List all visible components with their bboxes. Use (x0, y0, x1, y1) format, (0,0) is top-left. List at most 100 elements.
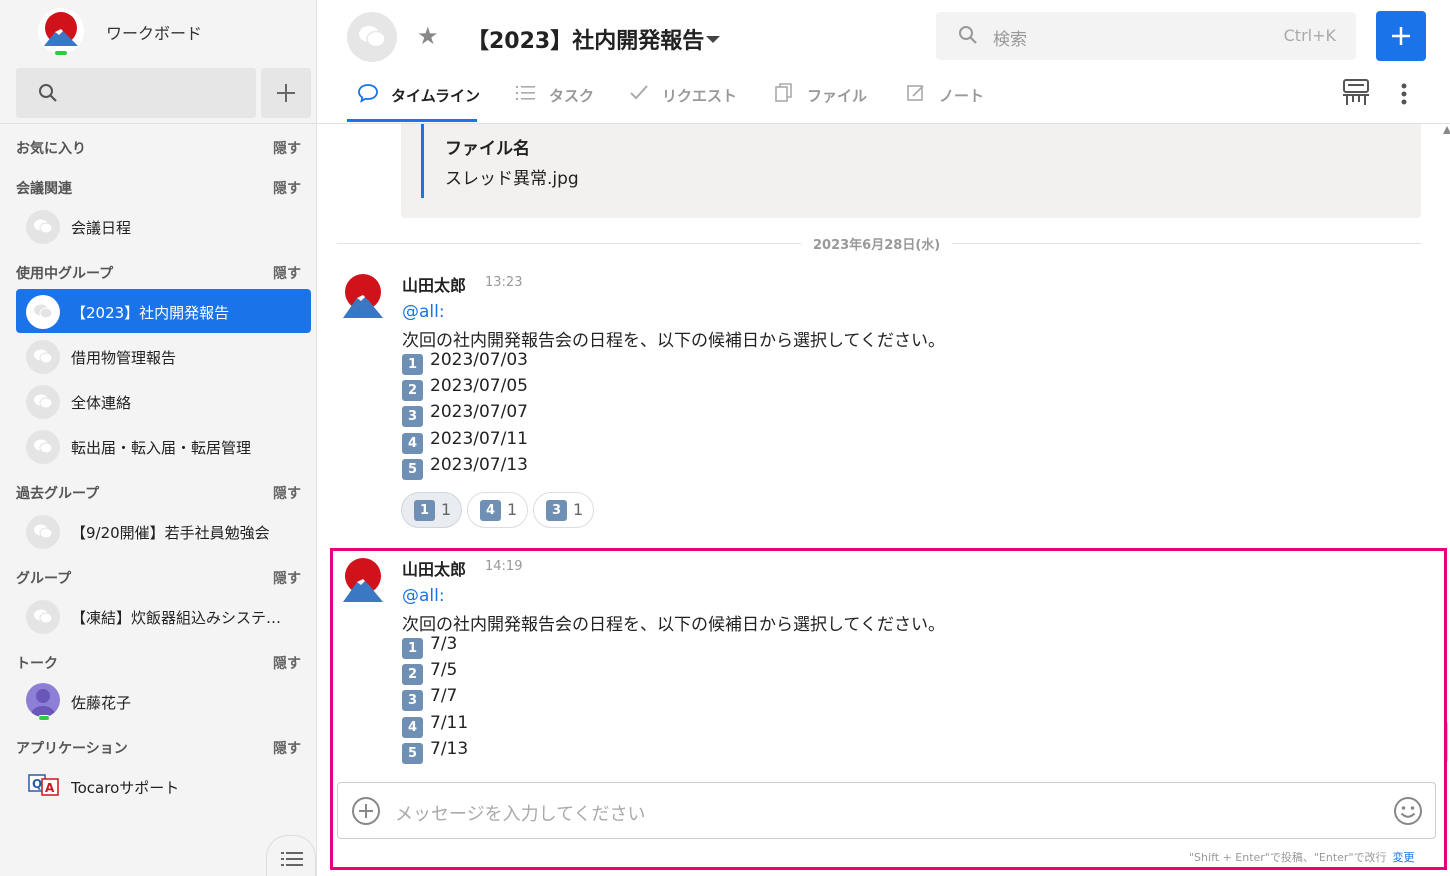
menu-list-icon (281, 852, 303, 866)
divider (0, 123, 317, 124)
channel-header: ★ 【2023】社内開発報告 検索 Ctrl+K タイムライン タスク リクエス… (317, 0, 1450, 124)
workspace-name: ワークボード (106, 24, 203, 43)
sidebar-item-label: 佐藤花子 (71, 694, 132, 712)
section-title: 過去グループ (16, 486, 100, 502)
hide-toggle[interactable]: 隠す (273, 568, 301, 588)
option-line: 1 2023/07/03 (402, 350, 528, 375)
tab-label: タイムライン (391, 87, 480, 105)
sidebar-item-label: 会議日程 (71, 219, 132, 237)
avatar[interactable] (343, 272, 383, 318)
hide-toggle[interactable]: 隠す (273, 653, 301, 673)
sidebar-item-talk-user[interactable]: 佐藤花子 (16, 679, 311, 723)
group-chat-icon (26, 210, 60, 244)
section-title: 会議関連 (16, 181, 72, 197)
sidebar-item-label: 【凍結】炊飯器組込みシステ… (71, 609, 282, 627)
reaction-button[interactable]: 4 1 (467, 492, 528, 528)
section-applications: アプリケーション 隠す (16, 738, 301, 758)
group-chat-icon (26, 515, 60, 549)
group-avatar (347, 12, 397, 62)
sidebar-search-button[interactable] (16, 68, 256, 118)
sidebar-menu-button[interactable] (266, 835, 316, 876)
quote-bar (421, 124, 424, 198)
sidebar-item-label: 【9/20開催】若手社員勉強会 (71, 524, 270, 542)
section-title: グループ (16, 571, 72, 587)
tab-label: ファイル (807, 87, 868, 105)
edit-note-icon (907, 85, 924, 101)
section-title: 使用中グループ (16, 266, 114, 282)
hide-toggle[interactable]: 隠す (273, 483, 301, 503)
chat-bubble-icon (358, 84, 378, 103)
sidebar-item-study-meeting[interactable]: 【9/20開催】若手社員勉強会 (16, 509, 311, 553)
file-label: ファイル名 (445, 139, 530, 159)
option-text: 2023/07/03 (430, 350, 528, 370)
sidebar-item-moving-mgmt[interactable]: 転出届・転入届・転居管理 (16, 424, 311, 468)
hide-toggle[interactable]: 隠す (273, 738, 301, 758)
list-icon (516, 86, 535, 100)
meeting-room-icon[interactable] (1341, 78, 1371, 108)
plus-icon (1392, 27, 1410, 45)
workspace-header[interactable]: ワークボード (0, 0, 317, 64)
check-icon (630, 85, 648, 100)
sidebar-item-tocaro-support[interactable]: Q A Tocaroサポート (16, 764, 311, 808)
option-line: 2 2023/07/05 (402, 376, 528, 401)
reaction-count: 1 (573, 500, 584, 519)
sidebar-item-label: 借用物管理報告 (71, 349, 177, 367)
option-line: 3 2023/07/07 (402, 402, 528, 427)
group-chat-icon (26, 385, 60, 419)
keycap-number-icon: 2 (402, 380, 423, 401)
avatar (26, 683, 60, 717)
search-icon (39, 84, 57, 102)
file-attachment-block[interactable]: ファイル名 スレッド異常.jpg (401, 124, 1421, 218)
keycap-number-icon: 4 (480, 500, 501, 521)
reaction-button[interactable]: 3 1 (533, 492, 594, 528)
section-talk: トーク 隠す (16, 653, 301, 673)
option-text: 2023/07/13 (430, 455, 528, 475)
message-body: 次回の社内開発報告会の日程を、以下の候補日から選択してください。 (402, 331, 945, 351)
chevron-down-icon[interactable] (706, 36, 720, 43)
qa-icon: Q A (28, 774, 59, 796)
keycap-number-icon: 5 (402, 459, 423, 480)
tab-tasks[interactable]: タスク (515, 82, 605, 122)
tab-label: リクエスト (662, 87, 738, 105)
sidebar-item-all-contact[interactable]: 全体連絡 (16, 379, 311, 423)
tab-timeline[interactable]: タイムライン (347, 82, 480, 122)
section-groups: グループ 隠す (16, 568, 301, 588)
sidebar-item-label: 【2023】社内開発報告 (71, 304, 230, 322)
group-chat-icon (26, 340, 60, 374)
section-title: アプリケーション (16, 741, 128, 757)
group-chat-icon (359, 26, 386, 48)
hide-toggle[interactable]: 隠す (273, 138, 301, 158)
search-shortcut: Ctrl+K (1283, 26, 1336, 45)
sidebar-item-label: 転出届・転入届・転居管理 (71, 439, 252, 457)
svg-text:A: A (45, 781, 55, 795)
file-copy-icon (775, 83, 792, 102)
scroll-up-icon[interactable] (1443, 126, 1450, 134)
sidebar-item-frozen-group[interactable]: 【凍結】炊飯器組込みシステ… (16, 594, 311, 638)
tab-files[interactable]: ファイル (773, 82, 873, 122)
reaction-button[interactable]: 1 1 (401, 492, 462, 528)
tab-requests[interactable]: リクエスト (628, 82, 748, 122)
sidebar-item-label: 全体連絡 (71, 394, 132, 412)
sidebar-add-button[interactable] (261, 68, 311, 118)
tab-notes[interactable]: ノート (905, 82, 995, 122)
sidebar-item-loan-report[interactable]: 借用物管理報告 (16, 334, 311, 378)
new-post-button[interactable] (1376, 11, 1426, 61)
group-chat-icon (26, 295, 60, 329)
sidebar-item-meeting-schedule[interactable]: 会議日程 (16, 204, 311, 248)
favorite-star-icon[interactable]: ★ (417, 22, 439, 50)
sidebar-item-dev-report[interactable]: 【2023】社内開発報告 (16, 289, 311, 333)
hide-toggle[interactable]: 隠す (273, 263, 301, 283)
tab-label: タスク (549, 87, 595, 105)
tab-label: ノート (939, 87, 985, 105)
section-favorites: お気に入り 隠す (16, 138, 301, 158)
mention[interactable]: @all: (402, 302, 445, 322)
keycap-number-icon: 3 (546, 500, 567, 521)
option-line: 5 2023/07/13 (402, 455, 528, 480)
page-title[interactable]: 【2023】社内開発報告 (467, 23, 704, 55)
hide-toggle[interactable]: 隠す (273, 178, 301, 198)
search-input[interactable]: 検索 Ctrl+K (936, 12, 1356, 60)
keycap-number-icon: 3 (402, 406, 423, 427)
more-vertical-icon[interactable] (1400, 82, 1408, 106)
option-line: 4 2023/07/11 (402, 429, 528, 454)
message-author[interactable]: 山田太郎 (402, 272, 466, 296)
